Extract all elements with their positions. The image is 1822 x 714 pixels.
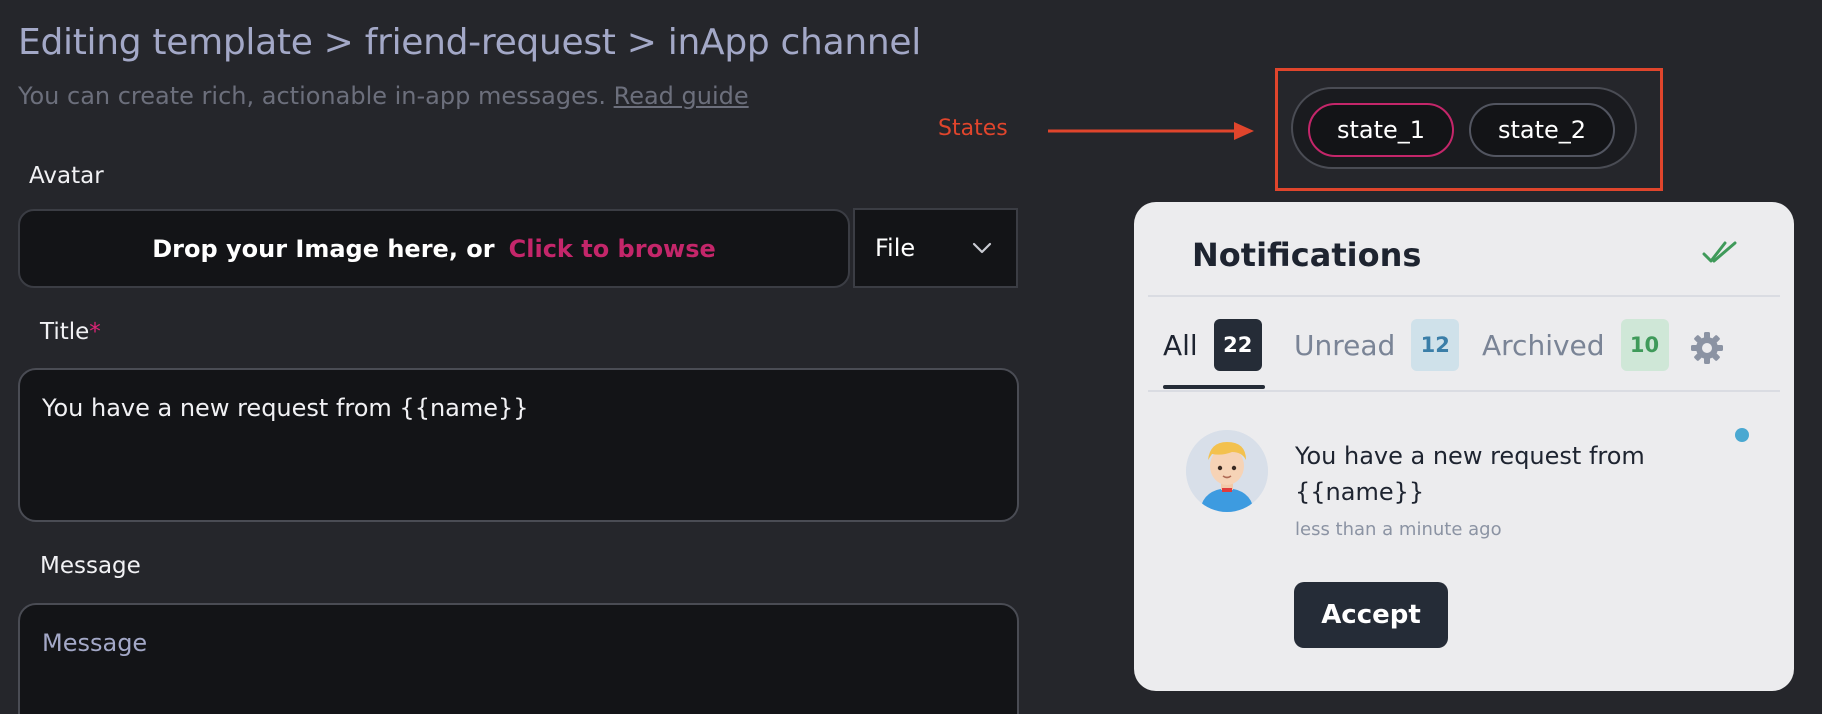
image-dropzone[interactable]: Drop your Image here, or Click to browse — [18, 209, 850, 288]
required-mark: * — [89, 319, 101, 345]
dropzone-text: Drop your Image here, or — [152, 234, 495, 263]
avatar-source-value: File — [875, 234, 916, 262]
gear-icon[interactable] — [1689, 330, 1725, 366]
title-label-text: Title — [40, 319, 90, 345]
title-label: Title* — [40, 319, 101, 345]
avatar-source-select[interactable]: File — [853, 208, 1018, 288]
notification-preview-panel: Notifications All 22 Unread 12 Archived … — [1134, 202, 1794, 691]
message-input[interactable]: Message — [18, 603, 1019, 714]
tab-unread-label: Unread — [1294, 328, 1396, 362]
annotation-arrow-icon — [1048, 122, 1254, 140]
tab-archived-count: 10 — [1620, 319, 1669, 371]
state-1-button[interactable]: state_1 — [1308, 103, 1454, 157]
chevron-down-icon — [972, 242, 992, 254]
tabs-divider — [1148, 390, 1780, 392]
state-2-button[interactable]: state_2 — [1469, 103, 1615, 157]
states-switcher: state_1 state_2 — [1291, 87, 1637, 169]
notification-time: less than a minute ago — [1295, 519, 1502, 540]
page-title: Editing template > friend-request > inAp… — [18, 22, 921, 63]
user-avatar-icon — [1186, 430, 1268, 512]
avatar — [1186, 430, 1268, 512]
unread-dot — [1735, 428, 1749, 442]
tab-archived[interactable]: Archived 10 — [1482, 318, 1669, 372]
tab-unread[interactable]: Unread 12 — [1294, 318, 1460, 372]
avatar-label: Avatar — [29, 163, 104, 189]
subtitle-text: You can create rich, actionable in-app m… — [18, 82, 606, 110]
message-label: Message — [40, 553, 141, 579]
header-divider — [1148, 295, 1780, 297]
notification-text: You have a new request from {{name}} — [1295, 442, 1645, 506]
tab-all-label: All — [1163, 328, 1198, 362]
accept-button[interactable]: Accept — [1294, 582, 1448, 648]
title-input[interactable]: You have a new request from {{name}} — [18, 368, 1019, 522]
double-check-icon[interactable] — [1702, 240, 1738, 264]
tab-all[interactable]: All 22 — [1163, 318, 1262, 372]
tab-archived-label: Archived — [1482, 328, 1605, 362]
states-annotation-label: States — [938, 116, 1008, 141]
tab-all-count: 22 — [1213, 319, 1262, 371]
page-subtitle: You can create rich, actionable in-app m… — [18, 82, 749, 110]
read-guide-link[interactable]: Read guide — [614, 82, 749, 110]
tab-active-underline — [1163, 385, 1265, 389]
browse-link[interactable]: Click to browse — [509, 235, 716, 263]
tab-unread-count: 12 — [1411, 319, 1460, 371]
notifications-title: Notifications — [1192, 236, 1422, 274]
